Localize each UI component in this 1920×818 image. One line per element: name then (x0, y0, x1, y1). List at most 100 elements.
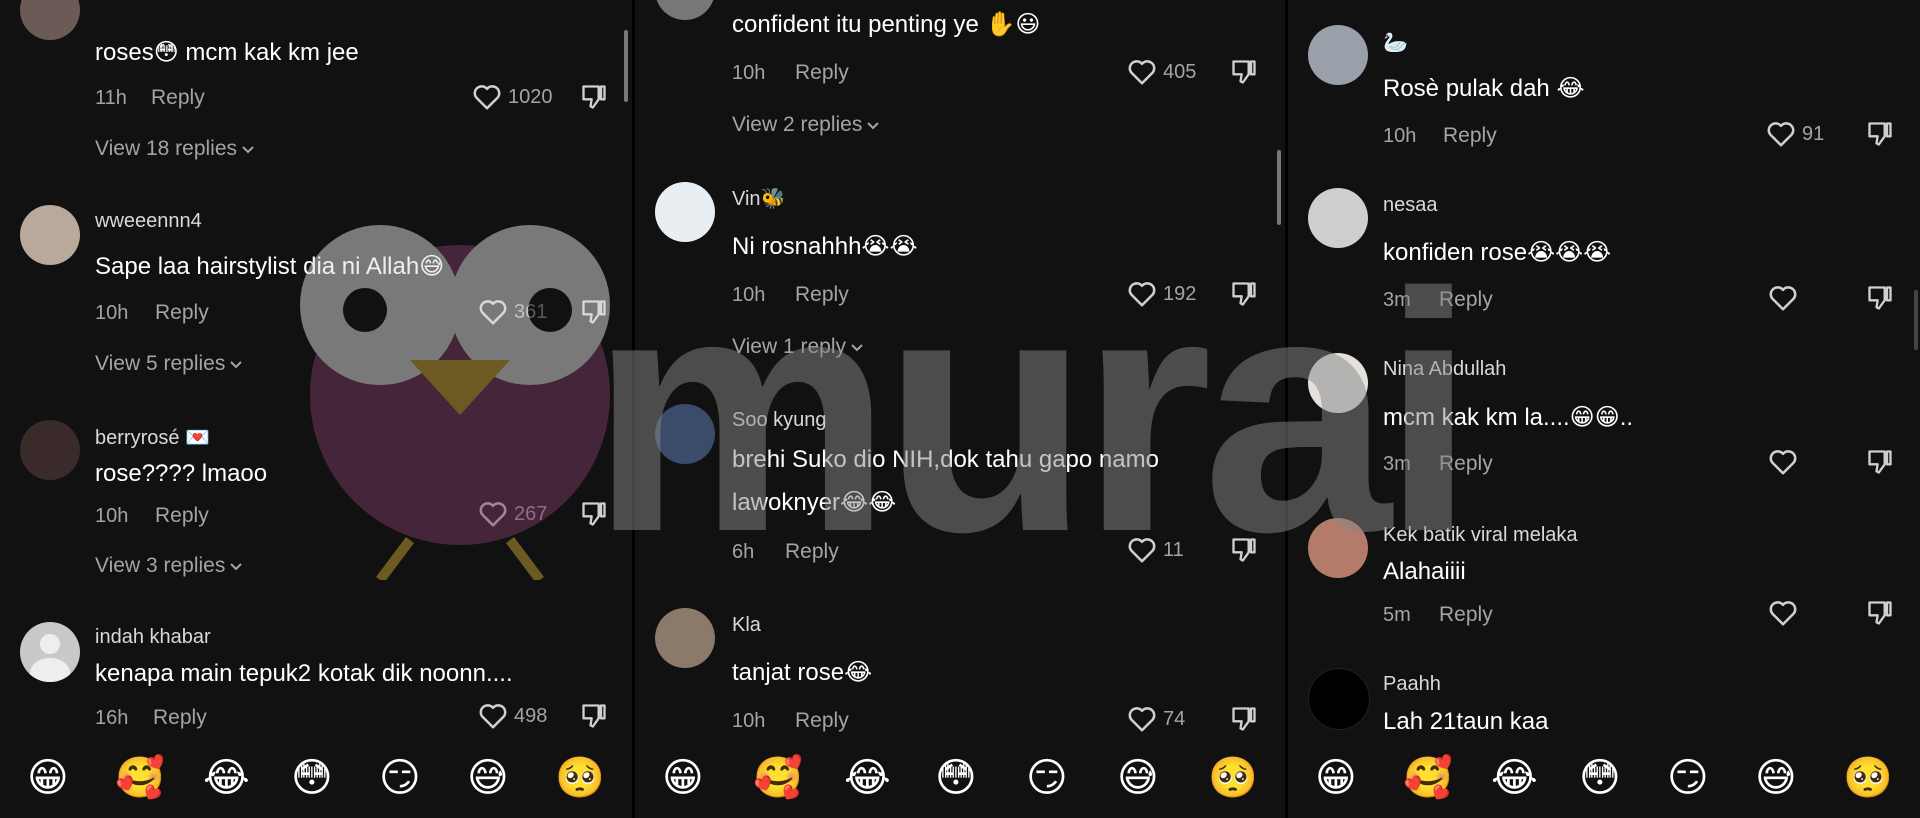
dislike-icon[interactable] (580, 83, 608, 111)
reply-button[interactable]: Reply (1443, 124, 1497, 148)
view-replies-button[interactable]: View 1 reply (732, 335, 864, 359)
emoji-sweat-smile[interactable]: 😅 (1755, 755, 1797, 801)
view-replies-button[interactable]: View 2 replies (732, 113, 880, 137)
reply-button[interactable]: Reply (785, 540, 839, 564)
username[interactable]: Kla (732, 614, 761, 637)
emoji-grin[interactable]: 😁 (1315, 755, 1357, 801)
like-button[interactable]: 405 (1127, 58, 1196, 86)
reply-button[interactable]: Reply (795, 283, 849, 307)
dislike-icon[interactable] (1866, 284, 1894, 312)
user-avatar[interactable] (655, 404, 715, 464)
reply-button[interactable]: Reply (155, 301, 209, 325)
dislike-icon[interactable] (1866, 120, 1894, 148)
view-replies-label: View 3 replies (95, 554, 226, 577)
heart-icon (479, 704, 507, 729)
reply-button[interactable]: Reply (155, 504, 209, 528)
username[interactable]: Nina Abdullah (1383, 358, 1506, 381)
reply-button[interactable]: Reply (153, 706, 207, 730)
like-button[interactable]: 1020 (472, 83, 553, 111)
comment-text-line2: lawoknyer😂😂 (732, 489, 897, 516)
like-heart-icon[interactable] (1768, 599, 1798, 627)
dislike-icon[interactable] (1230, 705, 1258, 733)
username[interactable]: indah khabar (95, 626, 211, 649)
reply-button[interactable]: Reply (1439, 452, 1493, 476)
emoji-pleading[interactable]: 🥺 (1208, 755, 1258, 801)
emoji-sweat-smile[interactable]: 😅 (467, 755, 509, 801)
user-avatar[interactable] (1308, 518, 1368, 578)
like-count: 74 (1163, 707, 1186, 730)
scrollbar[interactable] (624, 30, 628, 102)
reply-button[interactable]: Reply (795, 709, 849, 733)
username[interactable]: 🦢 (1383, 30, 1408, 55)
like-heart-icon[interactable] (1768, 284, 1798, 312)
user-avatar[interactable] (655, 608, 715, 668)
view-replies-button[interactable]: View 3 replies (95, 554, 243, 578)
emoji-flushed[interactable]: 😳 (935, 755, 977, 801)
username[interactable]: Vin🐝 (732, 186, 785, 211)
reply-button[interactable]: Reply (1439, 288, 1493, 312)
like-button[interactable]: 11 (1127, 536, 1184, 564)
username[interactable]: Kek batik viral melaka (1383, 524, 1578, 547)
username[interactable]: nesaa (1383, 194, 1438, 217)
username[interactable]: berryrosé 💌 (95, 425, 210, 450)
username[interactable]: Paahh (1383, 673, 1441, 696)
view-replies-button[interactable]: View 5 replies (95, 352, 243, 376)
user-avatar[interactable] (655, 0, 715, 20)
reply-button[interactable]: Reply (795, 61, 849, 85)
reply-button[interactable]: Reply (151, 86, 205, 110)
emoji-smirk[interactable]: 😏 (1667, 755, 1709, 801)
emoji-pleading[interactable]: 🥺 (555, 755, 605, 801)
like-button[interactable]: 192 (1127, 280, 1196, 308)
emoji-grin[interactable]: 😁 (662, 755, 704, 801)
like-heart-icon[interactable] (1768, 448, 1798, 476)
user-avatar[interactable] (655, 182, 715, 242)
dislike-icon[interactable] (1230, 280, 1258, 308)
dislike-icon[interactable] (1230, 58, 1258, 86)
dislike-icon[interactable] (580, 500, 608, 528)
username[interactable]: Soo kyung (732, 409, 827, 432)
dislike-icon[interactable] (580, 702, 608, 730)
chevron-down-icon (230, 563, 243, 571)
user-avatar[interactable] (20, 420, 80, 480)
user-avatar[interactable] (20, 0, 80, 40)
emoji-flushed[interactable]: 😳 (1579, 755, 1621, 801)
emoji-pleading[interactable]: 🥺 (1843, 755, 1893, 801)
view-replies-button[interactable]: View 18 replies (95, 137, 255, 161)
user-avatar[interactable] (1308, 25, 1368, 85)
dislike-icon[interactable] (580, 298, 608, 326)
emoji-smiling-hearts[interactable]: 🥰 (1403, 755, 1453, 801)
emoji-tears-of-joy[interactable]: 😂 (203, 755, 250, 801)
like-button[interactable]: 74 (1127, 705, 1185, 733)
dislike-icon[interactable] (1866, 448, 1894, 476)
emoji-smirk[interactable]: 😏 (1026, 755, 1068, 801)
user-avatar[interactable] (20, 622, 80, 682)
emoji-smirk[interactable]: 😏 (379, 755, 421, 801)
emoji-grin[interactable]: 😁 (27, 755, 69, 801)
like-count: 361 (514, 300, 548, 323)
emoji-smiling-hearts[interactable]: 🥰 (753, 755, 803, 801)
emoji-tears-of-joy[interactable]: 😂 (1491, 755, 1538, 801)
comment-text: tanjat rose😂 (732, 659, 873, 686)
emoji-flushed[interactable]: 😳 (291, 755, 333, 801)
dislike-icon[interactable] (1230, 536, 1258, 564)
comments-panel-right: 🦢 Rosè pulak dah 😂 10h Reply 91 nesaa ko… (1288, 0, 1920, 818)
username[interactable]: wweeennn4 (95, 210, 202, 233)
scrollbar[interactable] (1277, 150, 1281, 225)
user-avatar[interactable] (1308, 668, 1370, 730)
like-button[interactable]: 361 (478, 298, 547, 326)
like-button[interactable]: 267 (478, 500, 547, 528)
user-avatar[interactable] (20, 205, 80, 265)
user-avatar[interactable] (1308, 353, 1368, 413)
comment-text: rose???? lmaoo (95, 460, 268, 487)
emoji-smiling-hearts[interactable]: 🥰 (115, 755, 165, 801)
reply-button[interactable]: Reply (1439, 603, 1493, 627)
scrollbar[interactable] (1914, 290, 1918, 350)
emoji-sweat-smile[interactable]: 😅 (1117, 755, 1159, 801)
like-button[interactable]: 91 (1766, 120, 1824, 148)
user-avatar[interactable] (1308, 188, 1368, 248)
like-button[interactable]: 498 (478, 702, 547, 730)
dislike-icon[interactable] (1866, 599, 1894, 627)
comment-text: Alahaiiii (1383, 558, 1466, 585)
emoji-tears-of-joy[interactable]: 😂 (844, 755, 891, 801)
comment-time: 10h (732, 710, 766, 732)
